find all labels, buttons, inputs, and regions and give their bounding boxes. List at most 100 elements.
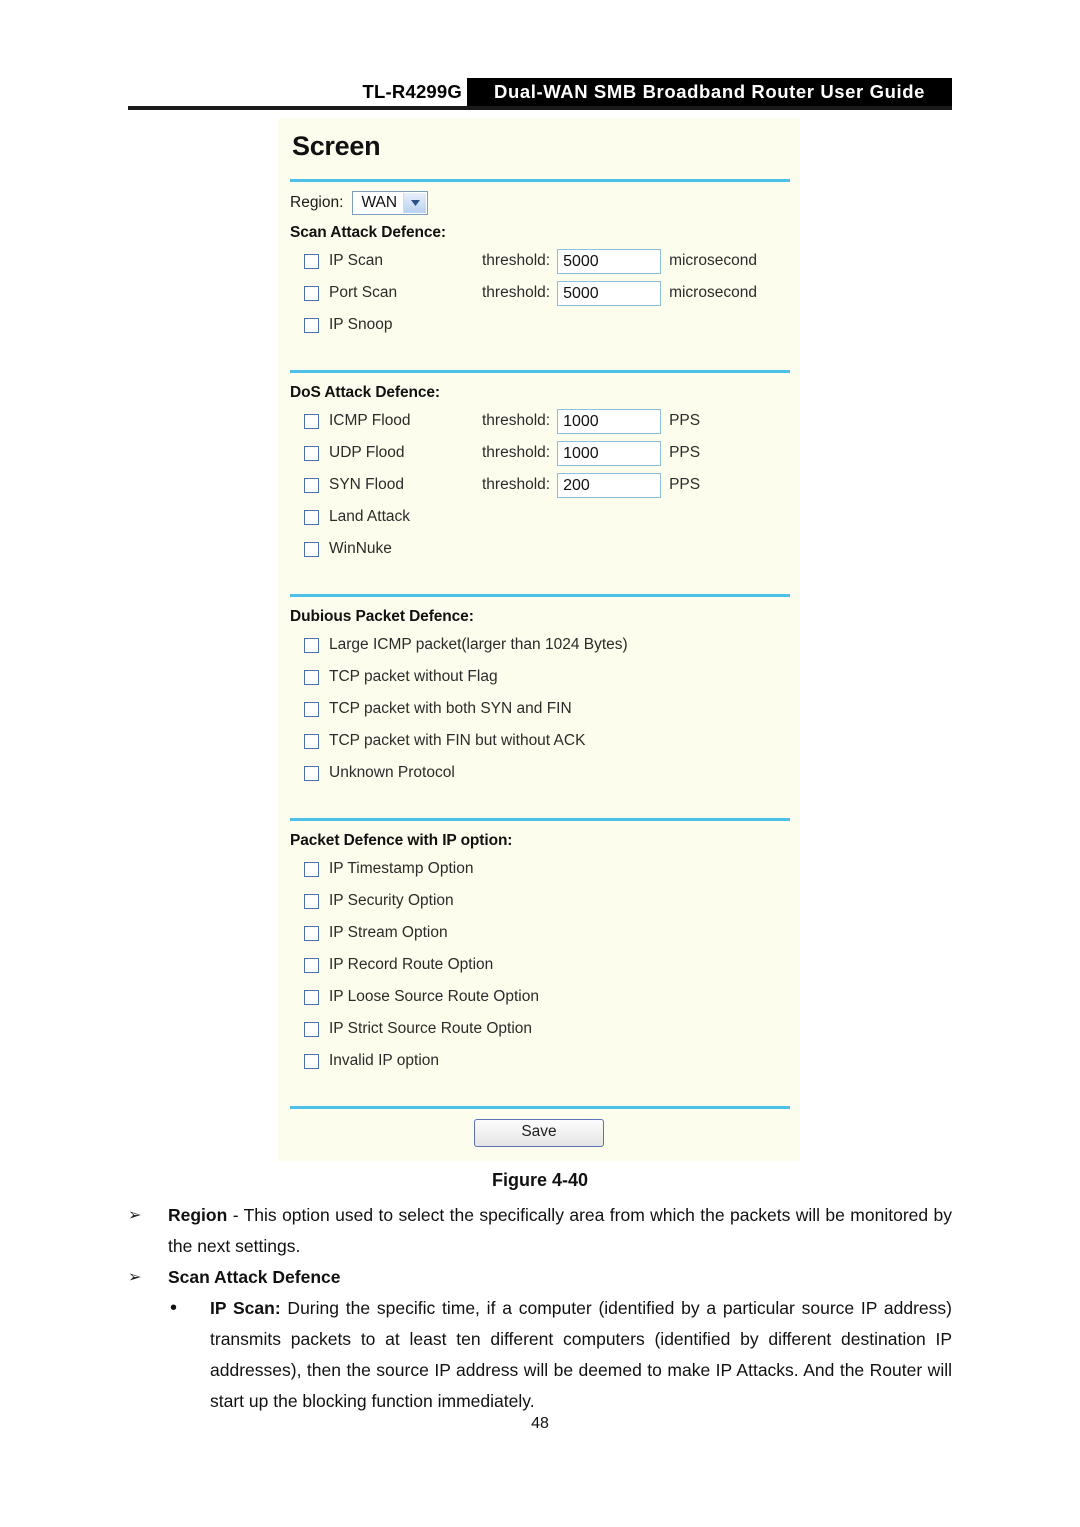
checkbox-ip-strict-source-route-option[interactable] xyxy=(304,1021,319,1037)
region-label: Region: xyxy=(290,194,344,212)
option-row-ip-loose-source-route-option: IP Loose Source Route Option xyxy=(290,981,800,1013)
checkbox-land-attack[interactable] xyxy=(304,509,319,525)
threshold-label-syn-flood: threshold: xyxy=(482,476,551,494)
page-title: Screen xyxy=(292,131,381,161)
unit-port-scan: microsecond xyxy=(669,284,757,302)
option-row-icmp-flood: ICMP Flood threshold: 1000 PPS xyxy=(290,405,800,437)
checkbox-ip-stream-option[interactable] xyxy=(304,925,319,941)
checkbox-ip-security-option[interactable] xyxy=(304,893,319,909)
checkbox-ip-timestamp-option[interactable] xyxy=(304,861,319,877)
option-row-tcp-syn-and-fin: TCP packet with both SYN and FIN xyxy=(290,693,800,725)
label-ip-snoop: IP Snoop xyxy=(329,316,393,334)
router-screen-panel: Screen Region: WAN Scan Attack Defence: … xyxy=(278,118,800,1162)
checkbox-ip-loose-source-route-option[interactable] xyxy=(304,989,319,1005)
unit-icmp-flood: PPS xyxy=(669,412,701,430)
term-scan-attack-defence: Scan Attack Defence xyxy=(168,1267,341,1287)
checkbox-tcp-without-flag[interactable] xyxy=(304,669,319,685)
checkbox-ip-snoop[interactable] xyxy=(304,317,319,333)
dot-bullet-icon: • xyxy=(170,1297,178,1319)
label-winnuke: WinNuke xyxy=(329,540,392,558)
section-title-packet-defence-ip-option: Packet Defence with IP option: xyxy=(290,832,513,850)
arrow-bullet-icon: ➢ xyxy=(128,1269,142,1286)
threshold-input-ip-scan[interactable]: 5000 xyxy=(557,248,662,274)
option-row-invalid-ip-option: Invalid IP option xyxy=(290,1045,800,1077)
option-row-syn-flood: SYN Flood threshold: 200 PPS xyxy=(290,469,800,501)
option-row-winnuke: WinNuke xyxy=(290,533,800,565)
section-title-dubious-packet-defence: Dubious Packet Defence: xyxy=(290,608,474,626)
page-header: TL-R4299G Dual-WAN SMB Broadband Router … xyxy=(0,78,1080,108)
option-row-ip-stream-option: IP Stream Option xyxy=(290,917,800,949)
threshold-input-port-scan[interactable]: 5000 xyxy=(557,280,662,306)
threshold-input-udp-flood[interactable]: 1000 xyxy=(557,440,662,466)
label-ip-scan: IP Scan xyxy=(329,252,384,270)
checkbox-tcp-syn-and-fin[interactable] xyxy=(304,701,319,717)
threshold-label-udp-flood: threshold: xyxy=(482,444,551,462)
section-title-scan-attack-defence: Scan Attack Defence: xyxy=(290,224,446,242)
text-ip-scan: During the specific time, if a computer … xyxy=(210,1298,952,1411)
label-udp-flood: UDP Flood xyxy=(329,444,405,462)
option-row-ip-security-option: IP Security Option xyxy=(290,885,800,917)
checkbox-tcp-fin-without-ack[interactable] xyxy=(304,733,319,749)
region-select-value: WAN xyxy=(361,194,398,212)
document-body: ➢ Region - This option used to select th… xyxy=(128,1200,952,1417)
label-ip-strict-source-route-option: IP Strict Source Route Option xyxy=(329,1020,533,1038)
checkbox-ip-record-route-option[interactable] xyxy=(304,957,319,973)
option-row-ip-timestamp-option: IP Timestamp Option xyxy=(290,853,800,885)
option-row-tcp-without-flag: TCP packet without Flag xyxy=(290,661,800,693)
checkbox-ip-scan[interactable] xyxy=(304,253,319,269)
label-large-icmp-packet: Large ICMP packet(larger than 1024 Bytes… xyxy=(329,636,628,654)
label-land-attack: Land Attack xyxy=(329,508,411,526)
label-ip-record-route-option: IP Record Route Option xyxy=(329,956,494,974)
threshold-input-icmp-flood[interactable]: 1000 xyxy=(557,408,662,434)
label-ip-loose-source-route-option: IP Loose Source Route Option xyxy=(329,988,539,1006)
unit-udp-flood: PPS xyxy=(669,444,701,462)
chevron-down-icon[interactable] xyxy=(403,193,427,214)
threshold-label-port-scan: threshold: xyxy=(482,284,551,302)
checkbox-icmp-flood[interactable] xyxy=(304,413,319,429)
divider-dubious xyxy=(290,594,790,598)
header-product-title: Dual-WAN SMB Broadband Router User Guide xyxy=(493,81,926,102)
threshold-label-ip-scan: threshold: xyxy=(482,252,551,270)
checkbox-invalid-ip-option[interactable] xyxy=(304,1053,319,1069)
figure-caption: Figure 4-40 xyxy=(491,1170,589,1190)
header-title-band: Dual-WAN SMB Broadband Router User Guide xyxy=(467,78,952,106)
label-invalid-ip-option: Invalid IP option xyxy=(329,1052,440,1070)
checkbox-winnuke[interactable] xyxy=(304,541,319,557)
option-row-ip-strict-source-route-option: IP Strict Source Route Option xyxy=(290,1013,800,1045)
threshold-input-syn-flood[interactable]: 200 xyxy=(557,472,662,498)
bullet-scan-attack-defence: ➢ Scan Attack Defence xyxy=(128,1262,952,1293)
option-row-ip-record-route-option: IP Record Route Option xyxy=(290,949,800,981)
page-number: 48 xyxy=(531,1415,549,1432)
checkbox-large-icmp-packet[interactable] xyxy=(304,637,319,653)
label-port-scan: Port Scan xyxy=(329,284,398,302)
bullet-region: ➢ Region - This option used to select th… xyxy=(128,1200,952,1262)
option-row-ip-snoop: IP Snoop xyxy=(290,309,800,341)
unit-ip-scan: microsecond xyxy=(669,252,757,270)
unit-syn-flood: PPS xyxy=(669,476,701,494)
label-icmp-flood: ICMP Flood xyxy=(329,412,411,430)
region-select[interactable]: WAN xyxy=(352,191,429,216)
header-model-name: TL-R4299G xyxy=(362,81,462,102)
text-region: - This option used to select the specifi… xyxy=(168,1205,952,1256)
checkbox-unknown-protocol[interactable] xyxy=(304,765,319,781)
option-row-port-scan: Port Scan threshold: 5000 microsecond xyxy=(290,277,800,309)
option-row-tcp-fin-without-ack: TCP packet with FIN but without ACK xyxy=(290,725,800,757)
label-unknown-protocol: Unknown Protocol xyxy=(329,764,455,782)
checkbox-port-scan[interactable] xyxy=(304,285,319,301)
label-tcp-without-flag: TCP packet without Flag xyxy=(329,668,498,686)
checkbox-udp-flood[interactable] xyxy=(304,445,319,461)
label-tcp-fin-without-ack: TCP packet with FIN but without ACK xyxy=(329,732,586,750)
save-button[interactable]: Save xyxy=(474,1119,604,1148)
divider-ip-option xyxy=(290,818,790,822)
section-title-dos-attack-defence: DoS Attack Defence: xyxy=(290,384,440,402)
threshold-label-icmp-flood: threshold: xyxy=(482,412,551,430)
save-row: Save xyxy=(278,1109,800,1161)
divider-dos xyxy=(290,370,790,374)
term-region: Region xyxy=(168,1205,228,1225)
checkbox-syn-flood[interactable] xyxy=(304,477,319,493)
label-syn-flood: SYN Flood xyxy=(329,476,404,494)
label-ip-timestamp-option: IP Timestamp Option xyxy=(329,860,474,878)
